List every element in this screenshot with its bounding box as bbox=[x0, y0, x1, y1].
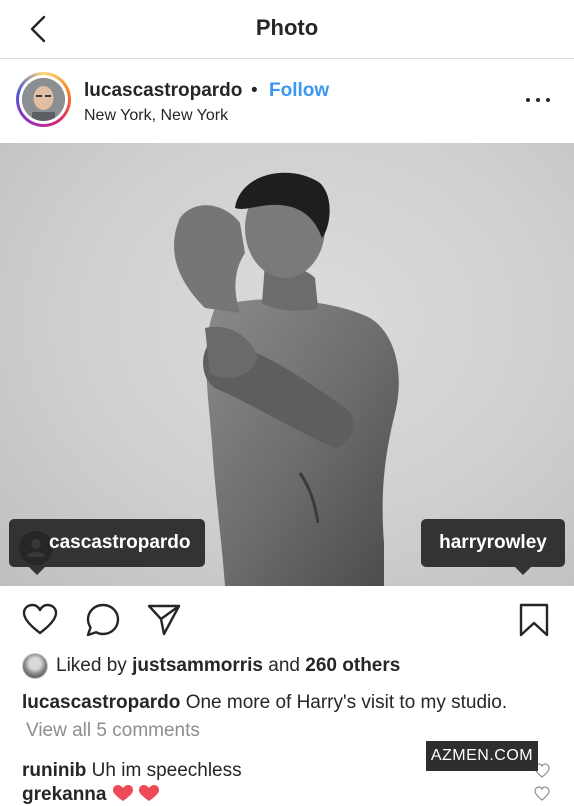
follow-button[interactable]: Follow bbox=[269, 80, 329, 102]
caption-text: One more of Harry's visit to my studio. bbox=[185, 692, 508, 713]
avatar-image bbox=[22, 78, 65, 121]
comment-username[interactable]: runinib bbox=[22, 760, 86, 781]
post-header: lucascastropardo • Follow New York, New … bbox=[0, 59, 574, 143]
top-nav: Photo bbox=[0, 0, 574, 59]
watermark: AZMEN.COM bbox=[426, 741, 538, 771]
liked-by-text: Liked by justsammorris and 260 others bbox=[56, 655, 400, 677]
comment-item: runinib Uh im speechless bbox=[22, 760, 242, 782]
tag-right-caret bbox=[515, 567, 531, 575]
liked-by-prefix: Liked by bbox=[56, 655, 127, 676]
liker-avatar bbox=[22, 653, 48, 679]
post-location[interactable]: New York, New York bbox=[84, 107, 228, 125]
comment-like-heart-icon[interactable] bbox=[534, 786, 550, 801]
more-horizontal-icon[interactable] bbox=[524, 93, 552, 107]
post-caption: lucascastropardo One more of Harry's vis… bbox=[22, 692, 507, 714]
action-bar bbox=[0, 596, 574, 646]
liker-username[interactable]: justsammorris bbox=[132, 655, 263, 676]
likes-count[interactable]: 260 others bbox=[305, 655, 400, 676]
post-username[interactable]: lucascastropardo bbox=[84, 80, 242, 102]
caption-username[interactable]: lucascastropardo bbox=[22, 692, 180, 713]
tag-left-caret bbox=[29, 567, 45, 575]
view-all-comments-link[interactable]: View all 5 comments bbox=[26, 720, 200, 742]
heart-icon[interactable] bbox=[22, 602, 58, 638]
red-heart-icon bbox=[112, 785, 159, 801]
comment-text: Uh im speechless bbox=[91, 760, 242, 781]
tag-right[interactable]: harryrowley bbox=[421, 519, 565, 567]
comment-emoji-hearts bbox=[112, 784, 162, 805]
comment-item: grekanna bbox=[22, 784, 162, 806]
comment-icon[interactable] bbox=[85, 602, 121, 638]
separator-dot: • bbox=[251, 80, 258, 101]
avatar[interactable] bbox=[16, 72, 71, 127]
share-icon[interactable] bbox=[146, 602, 182, 638]
page-title: Photo bbox=[255, 15, 319, 40]
tag-left[interactable]: cascastropardo bbox=[9, 519, 205, 567]
liked-by-conj: and bbox=[268, 655, 300, 676]
bookmark-icon[interactable] bbox=[516, 602, 552, 638]
comment-username[interactable]: grekanna bbox=[22, 784, 106, 805]
